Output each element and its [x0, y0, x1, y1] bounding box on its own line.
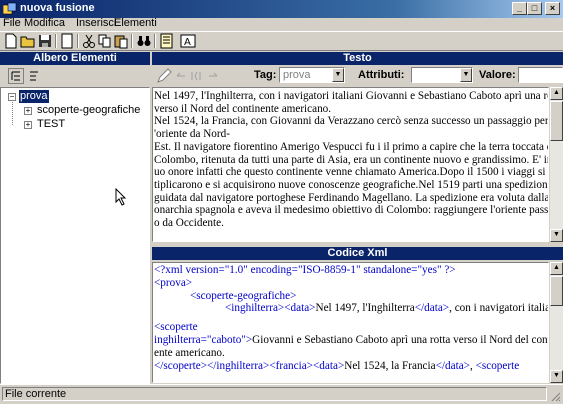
text-line: o da Occidente. [154, 217, 224, 230]
scroll-up-icon[interactable]: ▲ [550, 262, 563, 275]
text-line: guidata dal navigatore portoghese Ferdin… [154, 191, 549, 204]
text-line: Nel 1524, la Francia, con Giovanni da Ve… [154, 115, 549, 128]
menu-inserisci[interactable]: Inserisci [76, 17, 116, 29]
text-format-icon[interactable]: A [180, 33, 196, 49]
testo-text-area[interactable]: Nel 1497, l'Inghilterra, con i navigator… [152, 87, 549, 242]
app-icon [3, 2, 17, 15]
main-toolbar: A [0, 31, 563, 51]
xml-line: <scoperte [154, 321, 198, 334]
xml-header: Codice Xml [152, 247, 563, 260]
window-title: nuova fusione [20, 2, 95, 14]
title-bar: nuova fusione _ □ × [0, 0, 563, 18]
text-line: tiplicarono e si acquisirono nuove conos… [154, 178, 549, 191]
maximize-button[interactable]: □ [527, 2, 542, 15]
status-text: File corrente [2, 387, 547, 401]
scroll-up-icon[interactable]: ▲ [550, 87, 563, 100]
value-label: Valore: [479, 69, 516, 81]
pencil-icon[interactable] [156, 68, 172, 84]
document-lines-icon[interactable] [159, 33, 175, 49]
svg-text:A: A [184, 37, 191, 48]
menu-elementi[interactable]: Elementi [114, 17, 157, 29]
text-line: uo onore infatti che questo continente v… [154, 166, 549, 179]
paste-icon[interactable] [113, 33, 129, 49]
undo-tag-icon[interactable] [173, 68, 189, 84]
testo-scrollbar[interactable]: ▲ ▼ [550, 87, 563, 242]
mouse-cursor-icon [115, 188, 127, 206]
scroll-down-icon[interactable]: ▼ [550, 370, 563, 383]
xml-line: ente americano. [154, 346, 225, 359]
dropdown-arrow-icon[interactable]: ▼ [460, 68, 472, 82]
close-button[interactable]: × [545, 2, 560, 15]
element-tree-pane: Albero Elementi − prova + scoperte-geogr… [0, 52, 150, 384]
tag-dropdown-value: prova [283, 69, 311, 81]
text-line: Nel 1497, l'Inghilterra, con i navigator… [154, 90, 549, 102]
resize-grip-icon[interactable] [549, 390, 561, 402]
xml-line: <prova> [154, 276, 193, 289]
xml-scrollbar[interactable]: ▲ ▼ [550, 262, 563, 383]
tree-node-test[interactable]: TEST [37, 118, 65, 131]
element-tree: − prova + scoperte-geografiche + TEST [0, 87, 150, 384]
collapse-tree-icon[interactable] [26, 68, 42, 84]
save-icon[interactable] [37, 33, 53, 49]
text-line: Colombo, ritenuta da tutti una parte di … [154, 153, 549, 166]
xml-line: <inghilterra><data>Nel 1497, l'Inghilter… [225, 302, 549, 315]
expand-node-icon[interactable]: + [24, 121, 32, 129]
tag-label: Tag: [254, 69, 277, 81]
attributes-dropdown[interactable]: ▼ [411, 67, 473, 83]
tree-toolbar [0, 65, 150, 87]
expand-node-icon[interactable]: + [24, 107, 32, 115]
menu-modifica[interactable]: Modifica [24, 17, 65, 29]
blank-page-icon[interactable] [59, 33, 75, 49]
insert-tag-icon[interactable] [189, 68, 205, 84]
testo-header: Testo [152, 52, 563, 65]
tree-node-prova[interactable]: prova [19, 90, 49, 103]
cut-icon[interactable] [81, 33, 97, 49]
text-line: onarchia spagnola e aveva il medesimo ob… [154, 204, 549, 217]
testo-toolbar: Tag: prova ▼ Attributi: ▼ Valore: [152, 65, 563, 87]
right-pane: Testo Tag: prova ▼ Attributi: ▼ Valore: … [152, 52, 563, 383]
text-line: 'oriente da Nord- [154, 128, 230, 141]
xml-line: <?xml version="1.0" encoding="ISO-8859-1… [154, 264, 456, 276]
xml-code-area[interactable]: <?xml version="1.0" encoding="ISO-8859-1… [152, 262, 549, 383]
tree-pane-header: Albero Elementi [0, 52, 150, 65]
scroll-thumb[interactable] [550, 101, 563, 141]
xml-line: inghilterra="caboto">Giovanni e Sebastia… [154, 333, 549, 346]
redo-tag-icon[interactable] [205, 68, 221, 84]
tree-node-scoperte-geografiche[interactable]: scoperte-geografiche [37, 104, 140, 117]
text-line: verso il Nord del continente americano. [154, 102, 332, 115]
menu-bar: File Modifica Inserisci Elementi [0, 17, 563, 30]
status-bar: File corrente [0, 384, 563, 404]
scroll-thumb[interactable] [550, 276, 563, 306]
tag-dropdown[interactable]: prova ▼ [279, 67, 345, 83]
xml-line: </scoperte></inghilterra><francia><data>… [154, 359, 520, 372]
text-line: Est. Il navigatore fiorentino Amerigo Ve… [154, 140, 549, 153]
copy-icon[interactable] [97, 33, 113, 49]
new-file-icon[interactable] [3, 33, 19, 49]
xml-line: <scoperte-geografiche> [190, 289, 297, 302]
value-input[interactable] [518, 67, 563, 83]
dropdown-arrow-icon[interactable]: ▼ [332, 68, 344, 82]
scroll-down-icon[interactable]: ▼ [550, 229, 563, 242]
find-binoculars-icon[interactable] [136, 33, 152, 49]
open-folder-icon[interactable] [20, 33, 36, 49]
menu-file[interactable]: File [3, 17, 21, 29]
collapse-node-icon[interactable]: − [8, 93, 16, 101]
minimize-button[interactable]: _ [512, 2, 527, 15]
expand-tree-icon[interactable] [8, 68, 24, 84]
attributes-label: Attributi: [358, 69, 405, 81]
